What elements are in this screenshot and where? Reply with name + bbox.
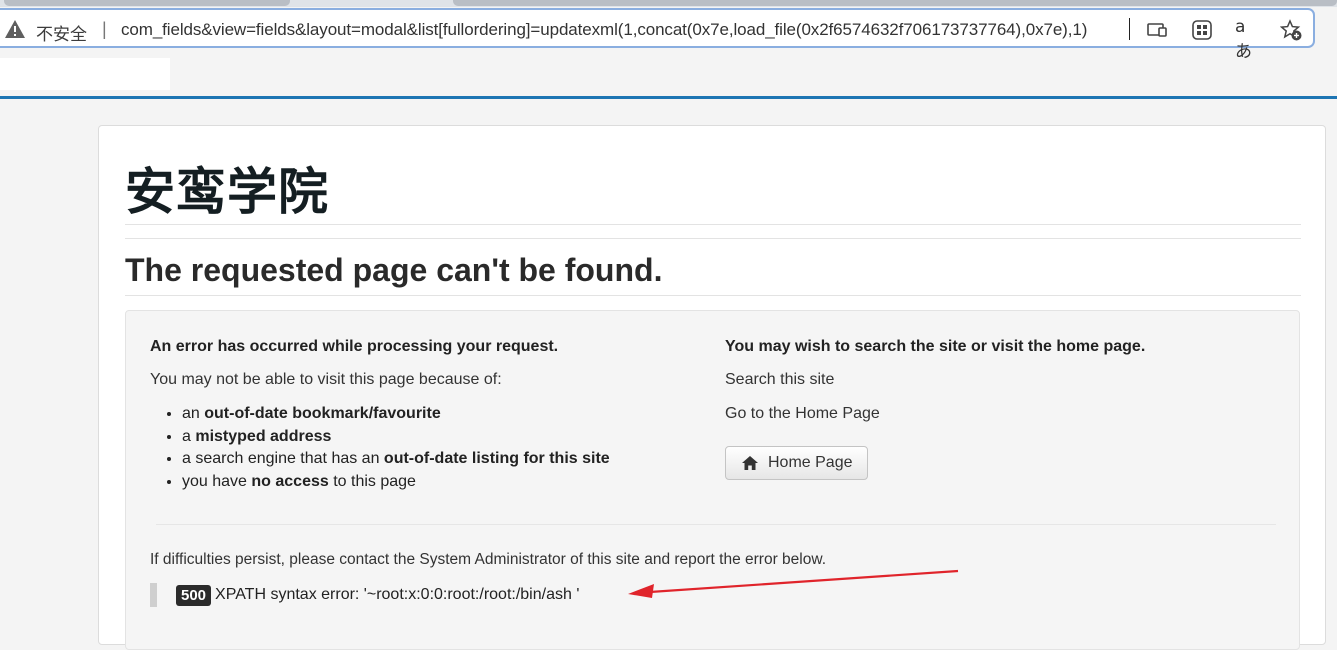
security-status-label[interactable]: 不安全 — [36, 20, 87, 45]
divider — [125, 295, 1301, 296]
error-message: XPATH syntax error: '~root:x:0:0:root:/r… — [215, 586, 580, 603]
url-text[interactable]: com_fields&view=fields&layout=modal&list… — [121, 20, 1087, 40]
navigation-column: You may wish to search the site or visit… — [725, 337, 1245, 480]
site-title[interactable]: 安鸾学院 — [125, 152, 329, 224]
error-details-column: An error has occurred while processing y… — [150, 337, 690, 490]
home-button-label: Home Page — [768, 454, 853, 471]
page-title: The requested page can't be found. — [125, 252, 663, 288]
divider — [156, 524, 1276, 525]
cast-icon[interactable] — [1146, 19, 1168, 41]
home-icon — [742, 456, 758, 470]
error-code-badge: 500 — [176, 584, 212, 606]
warning-icon[interactable] — [4, 19, 26, 39]
list-item: a mistyped address — [182, 426, 610, 449]
reason-list: an out-of-date bookmark/favourite a mist… — [150, 403, 610, 494]
text-caret — [1129, 18, 1130, 40]
home-page-link[interactable]: Go to the Home Page — [725, 404, 880, 424]
browser-tab[interactable] — [453, 0, 1337, 6]
site-accent-rule — [0, 96, 1337, 99]
error-intro: You may not be able to visit this page b… — [150, 371, 502, 388]
list-item: an out-of-date bookmark/favourite — [182, 403, 610, 426]
divider — [125, 224, 1301, 225]
list-item: a search engine that has an out-of-date … — [182, 448, 610, 471]
navigation-heading: You may wish to search the site or visit… — [725, 338, 1146, 355]
contact-admin-text: If difficulties persist, please contact … — [150, 551, 827, 568]
read-aloud-icon[interactable]: aあ — [1235, 17, 1257, 62]
error-heading: An error has occurred while processing y… — [150, 338, 559, 355]
home-page-button[interactable]: Home Page — [725, 446, 868, 480]
error-page-card: 安鸾学院 The requested page can't be found. … — [98, 125, 1326, 650]
address-bar[interactable]: 不安全 | com_fields&view=fields&layout=moda… — [0, 8, 1315, 62]
tab-strip — [0, 0, 1337, 7]
error-report: 500 XPATH syntax error: '~root:x:0:0:roo… — [150, 583, 579, 607]
bookmark-bar — [0, 58, 170, 90]
list-item: you have no access to this page — [182, 471, 610, 494]
divider — [125, 238, 1301, 239]
apps-icon[interactable] — [1191, 19, 1213, 41]
browser-tab[interactable] — [4, 0, 290, 6]
favorite-add-icon[interactable] — [1280, 19, 1302, 41]
address-separator: | — [102, 19, 107, 39]
error-panel: An error has occurred while processing y… — [125, 310, 1300, 650]
search-site-link[interactable]: Search this site — [725, 370, 834, 390]
